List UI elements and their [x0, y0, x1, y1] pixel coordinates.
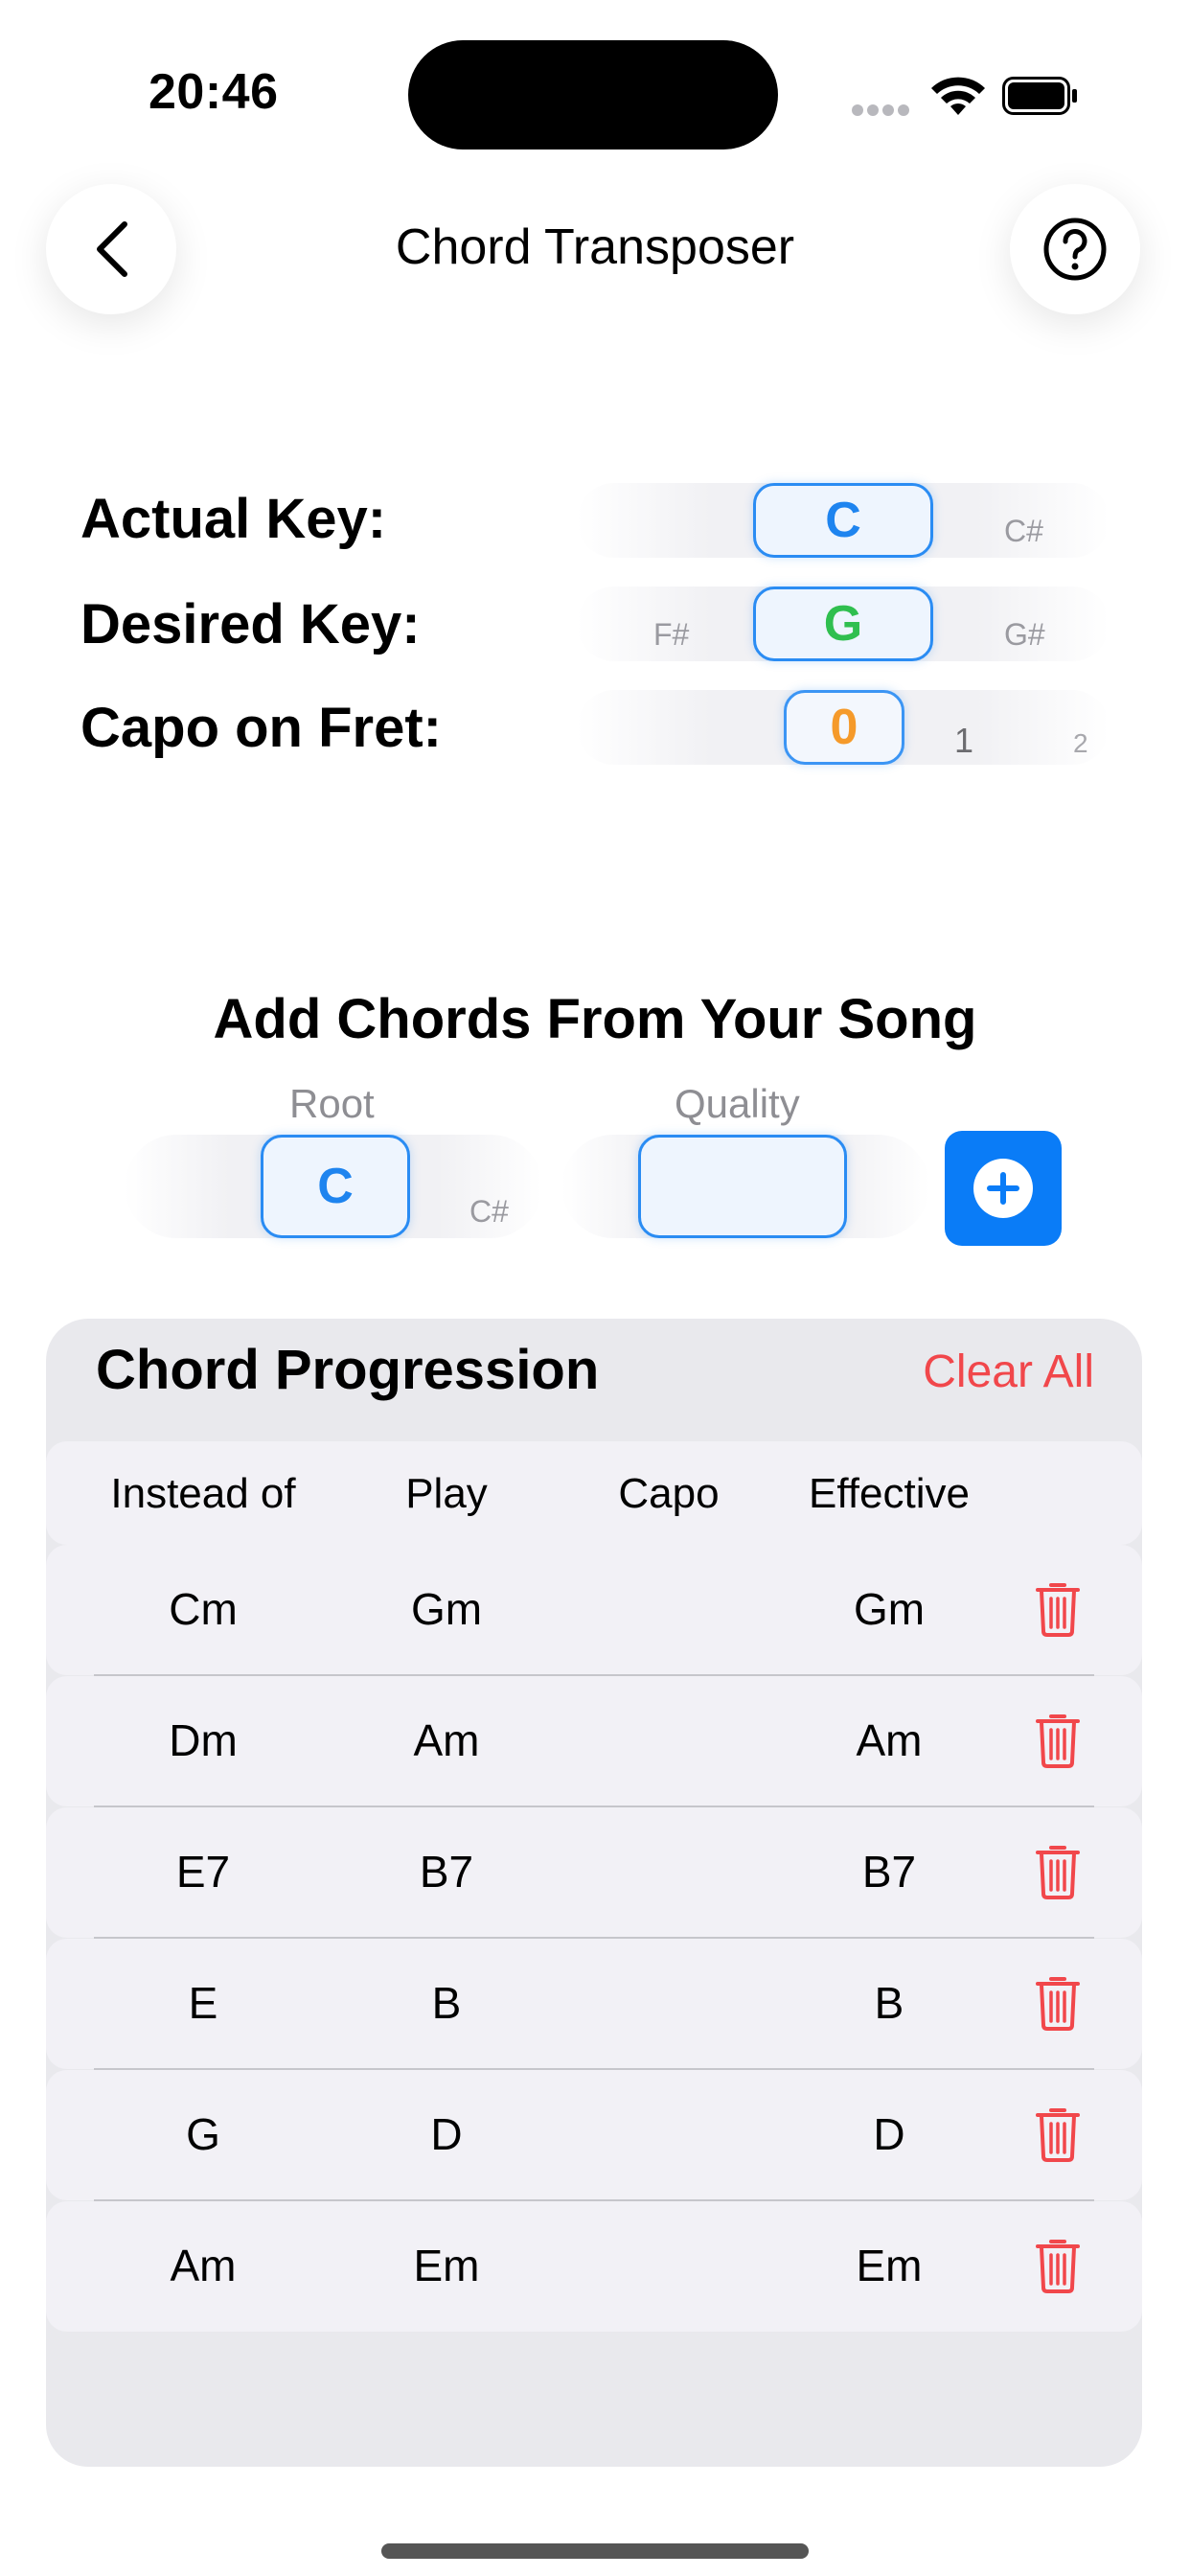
battery-icon: [1002, 77, 1077, 115]
play-cell: D: [430, 2109, 463, 2159]
column-header-play: Play: [405, 1470, 488, 1517]
table-row: E7 B7 B7: [46, 1807, 1142, 1939]
effective-cell: B7: [861, 1847, 917, 1897]
desired-key-label: Desired Key:: [80, 593, 421, 656]
actual-key-label: Actual Key:: [80, 488, 387, 550]
play-cell: B7: [419, 1847, 474, 1897]
trash-icon[interactable]: [1035, 1579, 1081, 1637]
actual-key-next[interactable]: C#: [1004, 514, 1043, 549]
chord-list: Cm Gm Gm Dm Am Am E7 B7 B7 E B B G D D A…: [46, 1545, 1142, 2332]
capo-fret-next-1[interactable]: 1: [954, 721, 973, 761]
root-next[interactable]: C#: [469, 1194, 509, 1230]
desired-key-selected[interactable]: G: [753, 586, 933, 661]
wifi-icon: [931, 77, 985, 115]
table-header: Instead of Play Capo Effective: [46, 1441, 1142, 1545]
effective-cell: Am: [856, 1715, 923, 1765]
instead-of-cell: E: [188, 1978, 218, 2028]
trash-icon[interactable]: [1035, 1973, 1081, 2031]
table-row: Cm Gm Gm: [46, 1545, 1142, 1676]
desired-key-picker[interactable]: F# G G#: [577, 586, 1110, 661]
chord-progression-title: Chord Progression: [96, 1339, 600, 1401]
quality-picker[interactable]: [561, 1135, 929, 1238]
table-row: Dm Am Am: [46, 1676, 1142, 1807]
trash-icon[interactable]: [1035, 1711, 1081, 1768]
quality-selected[interactable]: [638, 1135, 847, 1238]
trash-icon[interactable]: [1035, 1842, 1081, 1899]
capo-fret-selected[interactable]: 0: [784, 690, 904, 765]
trash-icon[interactable]: [1035, 2104, 1081, 2162]
capo-fret-label: Capo on Fret:: [80, 697, 442, 759]
table-row: G D D: [46, 2070, 1142, 2201]
instead-of-cell: G: [186, 2109, 220, 2159]
effective-cell: Em: [856, 2241, 923, 2290]
instead-of-cell: E7: [175, 1847, 231, 1897]
desired-key-prev[interactable]: F#: [653, 617, 689, 653]
add-chord-button[interactable]: [945, 1131, 1062, 1246]
cellular-signal-icon: [852, 104, 909, 116]
instead-of-cell: Am: [170, 2241, 237, 2290]
effective-cell: Gm: [853, 1584, 926, 1634]
desired-key-next[interactable]: G#: [1004, 617, 1045, 653]
root-selected[interactable]: C: [261, 1135, 410, 1238]
add-chords-title: Add Chords From Your Song: [213, 988, 977, 1050]
capo-fret-picker[interactable]: 0 1 2: [577, 690, 1110, 765]
plus-circle-icon: [973, 1159, 1033, 1218]
status-time: 20:46: [149, 64, 279, 120]
actual-key-selected[interactable]: C: [753, 483, 933, 558]
quality-label: Quality: [675, 1081, 800, 1126]
instead-of-cell: Dm: [169, 1715, 238, 1765]
instead-of-cell: Cm: [169, 1584, 238, 1634]
play-cell: B: [431, 1978, 462, 2028]
actual-key-picker[interactable]: C C#: [577, 483, 1110, 558]
column-header-effective: Effective: [809, 1470, 970, 1517]
root-picker[interactable]: C C#: [125, 1135, 542, 1238]
column-header-instead-of: Instead of: [110, 1470, 296, 1517]
effective-cell: B: [874, 1978, 904, 2028]
root-label: Root: [289, 1081, 375, 1126]
capo-fret-next-2[interactable]: 2: [1073, 728, 1088, 759]
table-row: Am Em Em: [46, 2201, 1142, 2332]
column-header-capo: Capo: [618, 1470, 720, 1517]
help-button[interactable]: [1010, 184, 1140, 314]
effective-cell: D: [873, 2109, 905, 2159]
dynamic-island: [408, 40, 778, 150]
home-indicator: [381, 2543, 809, 2559]
play-cell: Gm: [410, 1584, 483, 1634]
trash-icon[interactable]: [1035, 2236, 1081, 2293]
table-row: E B B: [46, 1939, 1142, 2070]
question-mark-icon: [1043, 218, 1107, 281]
chord-progression-card: Chord Progression Clear All Instead of P…: [46, 1319, 1142, 2467]
play-cell: Am: [413, 1715, 480, 1765]
clear-all-button[interactable]: Clear All: [923, 1346, 1094, 1398]
play-cell: Em: [413, 2241, 480, 2290]
